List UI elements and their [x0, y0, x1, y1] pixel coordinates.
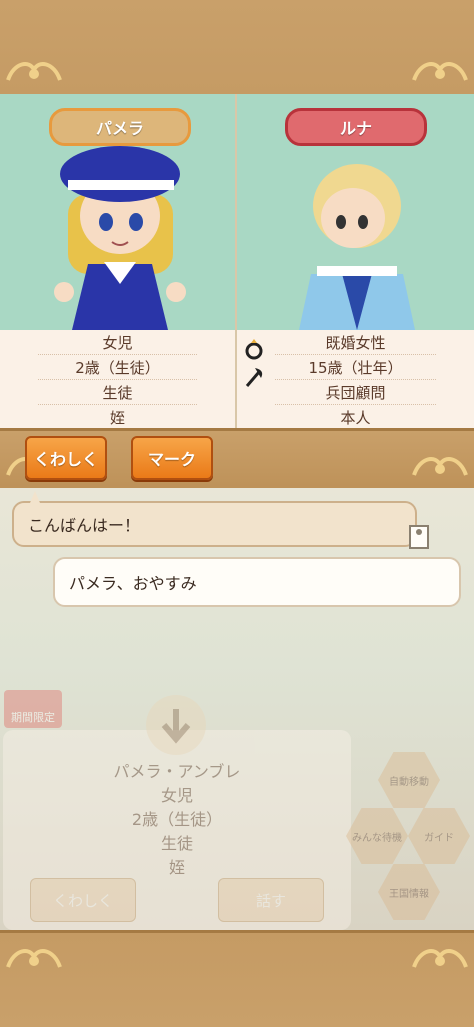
- left-info-table: 女児 2歳（生徒） 生徒 姪: [0, 330, 235, 428]
- left-portrait: パメラ: [0, 94, 235, 330]
- axe-icon: [245, 368, 263, 387]
- left-info-job: 生徒: [38, 380, 197, 405]
- background-character-panel: パメラ・アンブレ 女児 2歳（生徒） 生徒 姪 くわしく 話す: [3, 730, 351, 930]
- bg-info-2: 2歳（生徒）: [131, 810, 223, 829]
- right-info-gender: 既婚女性: [275, 330, 436, 355]
- right-info-job: 兵団顧問: [275, 380, 436, 405]
- chat-bubble-2: パメラ、おやすみ: [53, 557, 461, 607]
- left-info-age: 2歳（生徒）: [38, 355, 197, 380]
- right-info-relation: 本人: [275, 405, 436, 430]
- ornament-right-icon: [410, 52, 470, 86]
- bg-details-button: くわしく: [30, 878, 136, 922]
- right-portrait: ルナ: [237, 94, 474, 330]
- left-name-label: パメラ: [49, 108, 191, 146]
- bottom-frame: [0, 930, 474, 1027]
- ornament-left-icon: [4, 52, 64, 86]
- details-button[interactable]: くわしく: [25, 436, 107, 480]
- bg-info-3: 生徒: [160, 834, 193, 853]
- ornament-mid-right-icon: [410, 447, 470, 481]
- bubble-tail-1-icon: [30, 491, 40, 503]
- right-info-table: 既婚女性 15歳（壮年） 兵団顧問 本人: [237, 330, 474, 430]
- down-arrow-icon: [146, 695, 206, 755]
- top-frame: [0, 0, 474, 97]
- luna-avatar: [299, 164, 415, 330]
- bg-info-1: 女児: [160, 786, 193, 805]
- right-name-label: ルナ: [285, 108, 427, 146]
- limited-badge: 期間限定: [4, 690, 62, 728]
- ornament-bottom-right-icon: [410, 939, 470, 973]
- bg-name: パメラ・アンブレ: [113, 762, 241, 781]
- left-info-gender: 女児: [38, 330, 197, 355]
- chat-bubble-1: こんばんはー！: [12, 501, 417, 547]
- left-info-relation: 姪: [109, 408, 125, 427]
- bg-talk-button: 話す: [218, 878, 324, 922]
- right-info-age: 15歳（壮年）: [275, 355, 436, 380]
- bg-info-4: 姪: [168, 858, 185, 877]
- ornament-bottom-left-icon: [4, 939, 64, 973]
- ring-icon: [245, 339, 263, 360]
- pamela-avatar: [54, 146, 186, 330]
- mark-button[interactable]: マーク: [131, 436, 213, 480]
- tag-icon: [409, 525, 429, 549]
